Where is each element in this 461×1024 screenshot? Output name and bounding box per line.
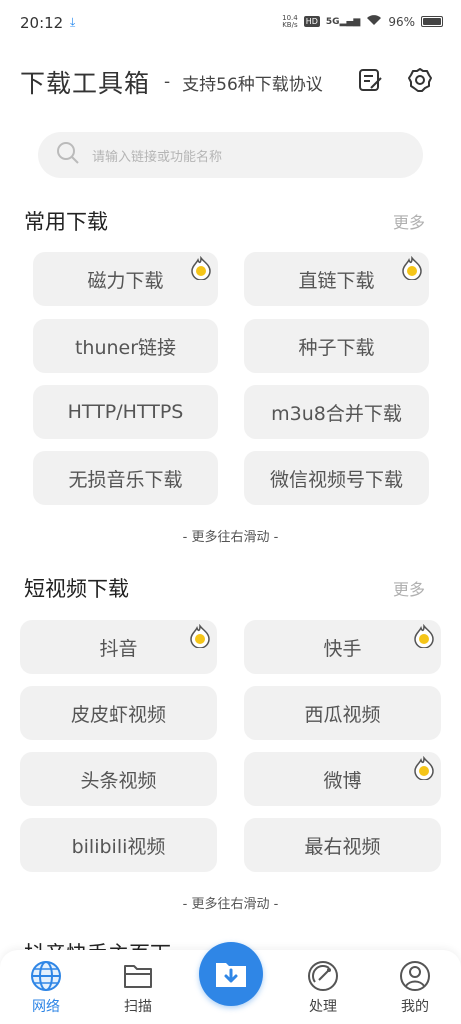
btn-lossless-music[interactable]: 无损音乐下载 [33, 451, 218, 505]
hot-badge-icon [414, 624, 434, 648]
btn-pipixia[interactable]: 皮皮虾视频 [20, 686, 217, 740]
folder-icon [124, 965, 152, 988]
more-link-common[interactable]: 更多 [393, 209, 425, 233]
scroll-hint: - 更多往右滑动 - [182, 897, 279, 912]
header-separator: - [164, 72, 171, 92]
section-title-common: 常用下载 [21, 206, 108, 236]
btn-bilibili[interactable]: bilibili视频 [20, 818, 217, 872]
battery-icon [421, 16, 443, 27]
btn-toutiao[interactable]: 头条视频 [20, 752, 217, 806]
btn-douyin[interactable]: 抖音 [20, 620, 217, 674]
search-input[interactable]: 请输入链接或功能名称 [38, 132, 423, 178]
status-icons: 10.4 KB/s HD 5G▂▄▆ 96% [282, 14, 443, 29]
more-link-short-video[interactable]: 更多 [393, 576, 425, 600]
status-time: 20:12 [20, 14, 64, 32]
btn-direct-download[interactable]: 直链下载 [244, 252, 429, 306]
btn-xigua[interactable]: 西瓜视频 [244, 686, 441, 740]
signal-icon: 5G▂▄▆ [325, 16, 361, 27]
section-title-short-video: 短视频下载 [21, 573, 129, 603]
network-speed: 10.4 KB/s [282, 13, 298, 29]
hot-badge-icon [402, 256, 422, 280]
btn-torrent-download[interactable]: 种子下载 [244, 319, 429, 373]
btn-magnet-download[interactable]: 磁力下载 [33, 252, 218, 306]
user-icon [400, 961, 430, 991]
hd-badge: HD [303, 16, 320, 27]
search-placeholder: 请输入链接或功能名称 [92, 149, 223, 165]
btn-thunder-link[interactable]: thuner链接 [33, 319, 218, 373]
btn-kuaishou[interactable]: 快手 [244, 620, 441, 674]
hot-badge-icon [191, 256, 211, 280]
status-bar: 20:12 ⤓ 10.4 KB/s HD 5G▂▄▆ 96% [0, 0, 461, 48]
battery-percent: 96% [388, 14, 415, 29]
satellite-icon [308, 961, 338, 991]
btn-zuiyou[interactable]: 最右视频 [244, 818, 441, 872]
tab-process[interactable]: 处理 [288, 960, 358, 1016]
hot-badge-icon [190, 624, 210, 648]
wifi-icon [366, 14, 382, 29]
btn-weibo[interactable]: 微博 [244, 752, 441, 806]
scroll-hint: - 更多往右滑动 - [182, 530, 279, 545]
btn-m3u8-merge[interactable]: m3u8合并下载 [244, 385, 429, 439]
notes-icon[interactable] [356, 66, 384, 94]
tab-network[interactable]: 网络 [11, 960, 81, 1016]
download-folder-icon [216, 963, 246, 987]
globe-icon [31, 961, 61, 991]
tab-profile[interactable]: 我的 [380, 960, 450, 1016]
settings-gear-icon[interactable] [406, 66, 434, 94]
download-indicator-icon: ⤓ [70, 15, 76, 29]
page-title: 下载工具箱 [20, 69, 151, 98]
tab-scan[interactable]: 扫描 [103, 960, 173, 1016]
hot-badge-icon [414, 756, 434, 780]
download-fab-button[interactable] [199, 942, 263, 1006]
search-icon [56, 141, 80, 169]
page-subtitle: 支持56种下载协议 [182, 74, 323, 95]
btn-http-https[interactable]: HTTP/HTTPS [33, 385, 218, 439]
btn-wechat-channels[interactable]: 微信视频号下载 [244, 451, 429, 505]
